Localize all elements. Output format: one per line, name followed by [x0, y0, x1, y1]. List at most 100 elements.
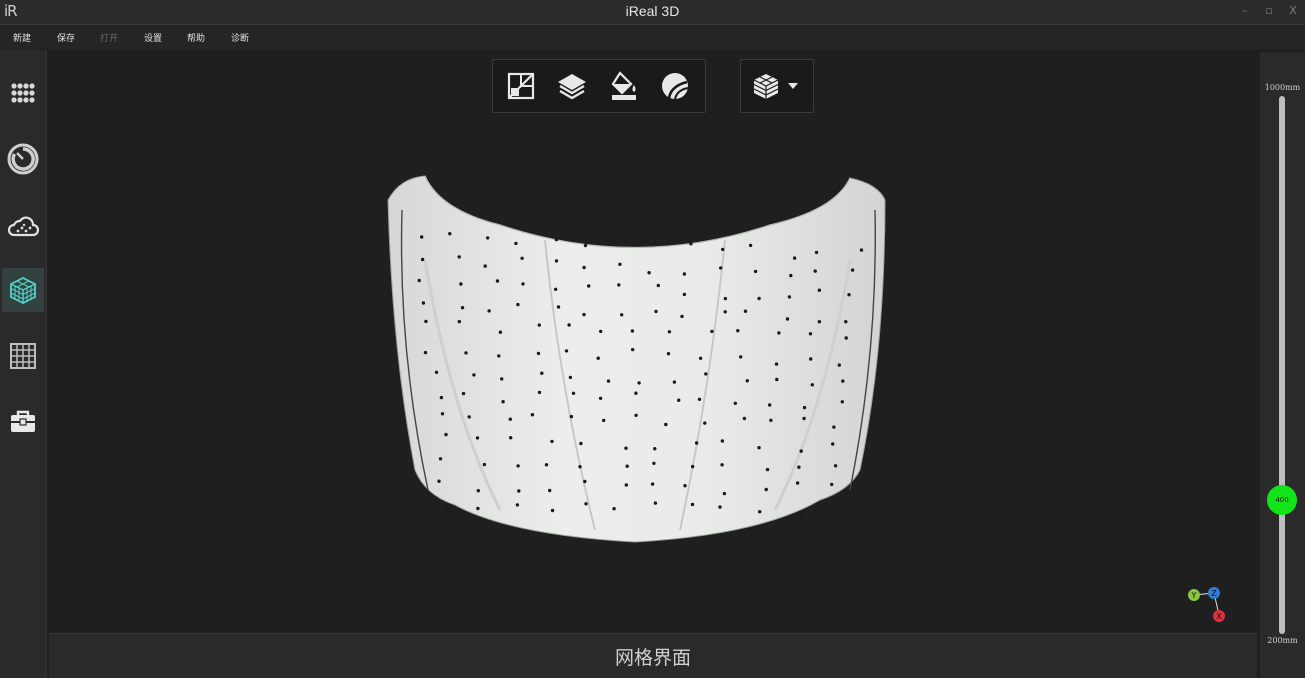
marker-dot	[704, 372, 708, 376]
display-mode-dropdown[interactable]	[751, 68, 805, 104]
marker-dot	[840, 400, 844, 404]
marker-dot	[417, 278, 421, 283]
marker-dot	[656, 283, 660, 288]
marker-dot	[720, 463, 724, 467]
minimize-button[interactable]: –	[1239, 3, 1251, 19]
marker-dot	[809, 357, 813, 361]
texture-sphere-icon	[662, 73, 689, 100]
marker-dot	[664, 422, 668, 427]
sidebar-item-markers[interactable]	[2, 72, 44, 116]
layers-button[interactable]	[554, 68, 590, 104]
marker-dot	[537, 390, 542, 395]
marker-dot	[841, 379, 845, 383]
marker-dot	[582, 265, 586, 270]
marker-dot	[723, 310, 727, 314]
marker-dot	[787, 295, 792, 299]
texture-button[interactable]	[657, 68, 693, 104]
marker-dot	[548, 488, 552, 493]
marker-dot	[764, 487, 768, 492]
marker-dot	[837, 363, 841, 367]
marker-dot	[830, 482, 834, 487]
menu-settings[interactable]: 设置	[144, 31, 162, 44]
marker-dot	[554, 259, 559, 263]
marker-dot	[769, 418, 773, 422]
marker-dot	[495, 279, 500, 283]
fill-color-button[interactable]	[606, 68, 642, 104]
menu-help[interactable]: 帮助	[187, 31, 205, 44]
menu-diagnose[interactable]: 诊断	[231, 31, 249, 44]
display-mode-toolbar	[740, 59, 814, 113]
marker-dot	[444, 432, 448, 437]
marker-dot	[739, 355, 743, 359]
marker-dot	[718, 505, 722, 509]
marker-dot	[698, 356, 703, 360]
marker-dot	[554, 237, 559, 242]
marker-dot	[723, 296, 728, 301]
sidebar-item-grid[interactable]	[2, 334, 44, 378]
marker-dot	[789, 273, 793, 278]
marker-dot	[733, 401, 737, 405]
cube-layers-icon	[753, 74, 779, 99]
marker-dot	[501, 400, 505, 404]
z-axis-label: Z	[1211, 589, 1217, 598]
marker-dot	[460, 306, 465, 310]
marker-dot	[757, 446, 761, 450]
marker-dot	[550, 508, 555, 513]
marker-dot	[464, 351, 468, 355]
layers-icon	[558, 74, 586, 100]
menu-save[interactable]: 保存	[57, 31, 75, 44]
mesh-model[interactable]	[380, 170, 895, 550]
marker-dot	[689, 242, 693, 246]
menu-bar: 新建 保存 打开 设置 帮助 诊断	[0, 25, 1305, 49]
marker-dot	[774, 362, 779, 366]
marker-dot	[722, 491, 727, 496]
menu-new[interactable]: 新建	[13, 31, 31, 44]
maximize-button[interactable]: ▫	[1263, 3, 1275, 19]
split-view-button[interactable]	[503, 68, 539, 104]
marker-dot	[677, 398, 681, 402]
marker-dot	[472, 373, 476, 377]
marker-dot	[680, 314, 684, 319]
marker-dot	[602, 418, 606, 423]
menu-open[interactable]: 打开	[100, 31, 118, 44]
close-button[interactable]: X	[1287, 3, 1299, 19]
window-title: iReal 3D	[625, 3, 680, 19]
marker-dot	[757, 296, 761, 301]
marker-dot	[448, 232, 452, 236]
marker-dot	[630, 329, 635, 333]
marker-dot	[584, 502, 588, 506]
marker-dot	[515, 503, 520, 507]
marker-dot	[459, 282, 463, 286]
marker-dot	[810, 383, 814, 387]
status-bar: 网格界面	[49, 633, 1257, 678]
marker-dot	[475, 436, 480, 440]
marker-dot	[423, 350, 428, 355]
marker-dot	[420, 257, 425, 262]
grid-table-icon	[10, 343, 36, 369]
axis-indicator: Y Z X	[1188, 587, 1225, 622]
marker-dot	[457, 255, 461, 259]
marker-dot	[667, 330, 672, 334]
marker-dot	[536, 351, 541, 356]
sidebar-item-point-cloud[interactable]	[2, 204, 44, 248]
marker-dot	[424, 319, 428, 324]
depth-slider-track[interactable]	[1279, 96, 1285, 634]
marker-dot	[434, 370, 439, 374]
marker-dot	[742, 416, 747, 421]
marker-dot	[800, 512, 804, 516]
marker-dot	[567, 323, 571, 327]
marker-dot	[520, 256, 524, 260]
marker-dot	[797, 465, 801, 469]
marker-dot	[768, 403, 772, 407]
sidebar-item-scan[interactable]	[2, 137, 44, 181]
marker-dot	[634, 391, 638, 395]
sidebar-item-tools[interactable]	[2, 400, 44, 444]
marker-dot	[758, 510, 762, 514]
marker-dot	[736, 329, 740, 333]
marker-dot	[487, 309, 491, 313]
sidebar-item-mesh[interactable]	[2, 268, 44, 312]
marker-dot	[792, 256, 797, 260]
marker-dot	[753, 269, 758, 274]
marker-dot	[817, 320, 822, 324]
depth-slider-handle[interactable]: 400	[1267, 484, 1297, 515]
